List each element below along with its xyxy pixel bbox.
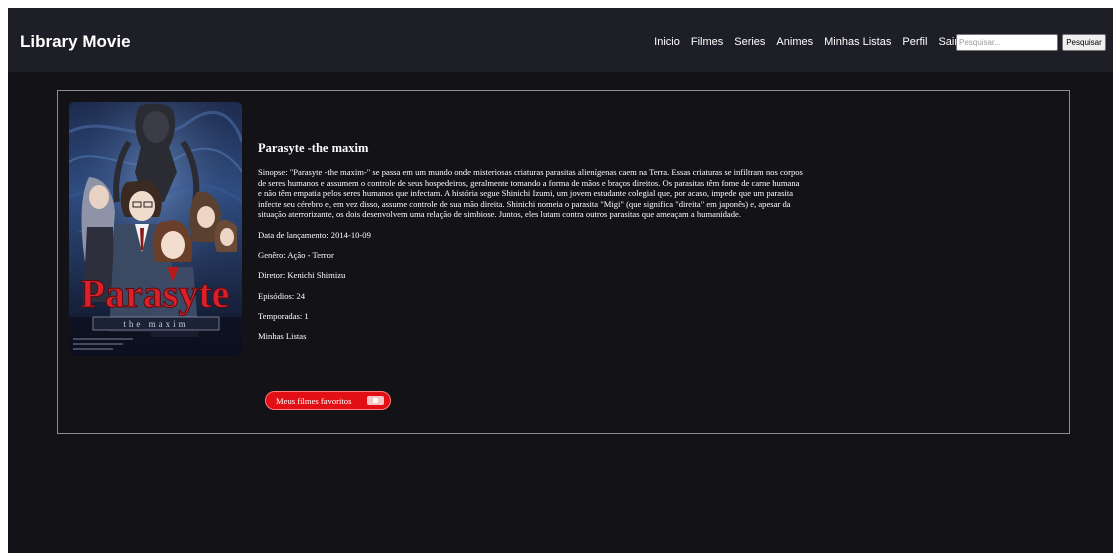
item-synopsis: Sinopse: "Parasyte -the maxim-" se passa… xyxy=(258,167,803,220)
nav-links: Inicio Filmes Series Animes Minhas Lista… xyxy=(654,36,958,48)
poster-image: Parasyte the maxim xyxy=(69,102,242,356)
favorites-list-label: Meus filmes favoritos xyxy=(276,396,352,406)
search-input[interactable] xyxy=(956,34,1058,51)
nav-link-minhas-listas[interactable]: Minhas Listas xyxy=(824,36,891,48)
toggle-icon xyxy=(367,396,384,405)
item-episodes: Episódios: 24 xyxy=(258,290,306,301)
nav-link-animes[interactable]: Animes xyxy=(776,36,813,48)
favorites-list-toggle[interactable]: Meus filmes favoritos xyxy=(265,391,391,410)
detail-card: Parasyte the maxim Parasyte -the maxim S… xyxy=(57,90,1070,434)
search-button[interactable]: Pesquisar xyxy=(1062,34,1106,51)
item-title: Parasyte -the maxim xyxy=(258,141,369,155)
item-seasons: Temporadas: 1 xyxy=(258,310,309,321)
item-genre: Genêro: Ação - Terror xyxy=(258,250,334,261)
detail-info: Parasyte -the maxim Sinopse: "Parasyte -… xyxy=(258,141,803,351)
nav-link-series[interactable]: Series xyxy=(734,36,765,48)
lists-label: Minhas Listas xyxy=(258,330,307,341)
nav-link-perfil[interactable]: Perfil xyxy=(902,36,927,48)
page-frame: Library Movie Inicio Filmes Series Anime… xyxy=(8,8,1113,553)
nav-link-inicio[interactable]: Inicio xyxy=(654,36,680,48)
poster-logo-subtitle: the maxim xyxy=(123,319,188,329)
item-director: Diretor: Kenichi Shimizu xyxy=(258,270,346,281)
brand-logo[interactable]: Library Movie xyxy=(20,32,131,52)
nav-link-filmes[interactable]: Filmes xyxy=(691,36,723,48)
poster-logo-text: Parasyte xyxy=(81,271,230,316)
item-release-date: Data de lançamento: 2014-10-09 xyxy=(258,229,371,240)
navbar: Library Movie Inicio Filmes Series Anime… xyxy=(8,8,1113,72)
poster-art: Parasyte the maxim xyxy=(69,102,242,356)
